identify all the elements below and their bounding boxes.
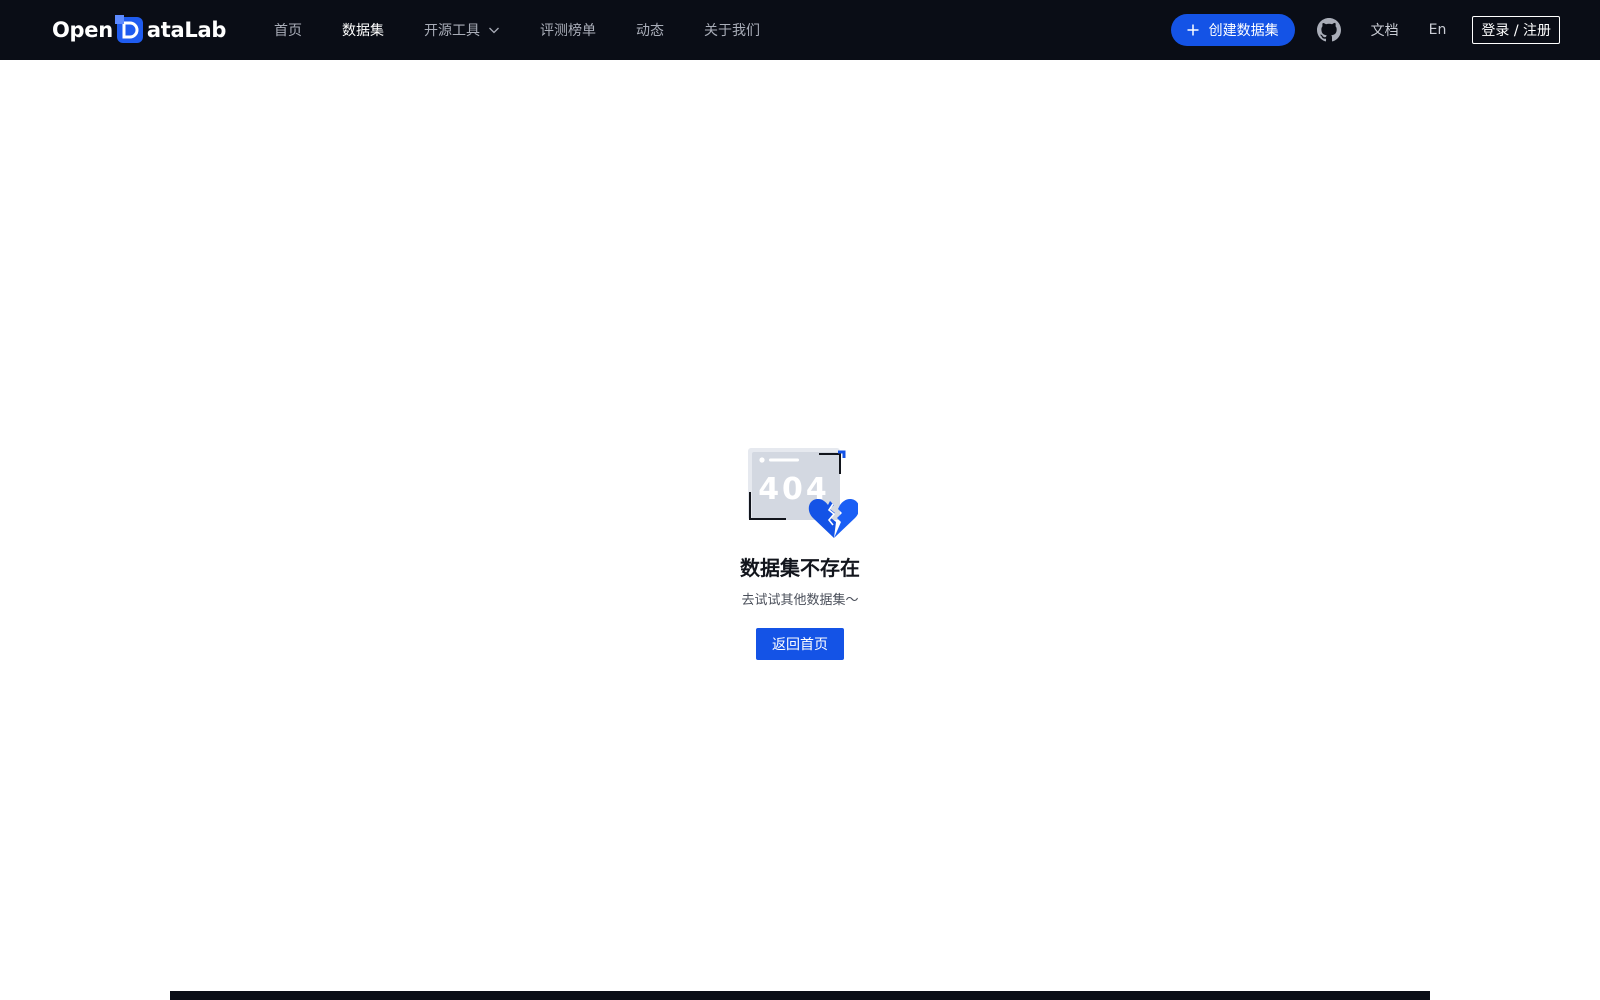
- back-to-home-button[interactable]: 返回首页: [756, 628, 844, 660]
- nav-item-home[interactable]: 首页: [274, 20, 302, 40]
- nav-item-about-us[interactable]: 关于我们: [704, 20, 760, 40]
- empty-state-title: 数据集不存在: [740, 556, 860, 580]
- nav-item-label: 动态: [636, 23, 664, 39]
- empty-state-subtitle: 去试试其他数据集～: [741, 593, 859, 608]
- login-register-button[interactable]: 登录 / 注册: [1472, 16, 1560, 44]
- logo-d-mark-icon: [114, 15, 143, 43]
- chevron-down-icon: [489, 27, 499, 34]
- nav-item-open-source-tools[interactable]: 开源工具: [424, 20, 500, 40]
- nav-item-datasets[interactable]: 数据集: [342, 20, 384, 40]
- nav-item-label: 开源工具: [424, 23, 480, 39]
- dataset-not-found-state: 404 数据集不存在 去试试其他数据集～ 返回首页: [0, 448, 1600, 660]
- main-nav: 首页 数据集 开源工具 评测榜单 动态 关于我们: [274, 0, 800, 60]
- create-dataset-label: 创建数据集: [1208, 23, 1279, 39]
- docs-link[interactable]: 文档: [1371, 20, 1399, 40]
- nav-item-label: 首页: [274, 23, 302, 39]
- top-navigation-bar: Open ataLab 首页 数据集 开源工具 评测榜单 动态 关于我们 创建数…: [0, 0, 1600, 60]
- logo-text-open: Open: [52, 18, 113, 42]
- opendatalab-logo[interactable]: Open ataLab: [52, 14, 226, 46]
- logo-text-datalab: ataLab: [146, 18, 227, 42]
- header-right-tools: 创建数据集 文档 En 登录 / 注册: [1170, 0, 1560, 60]
- footer-edge: [170, 991, 1430, 1000]
- create-dataset-button[interactable]: 创建数据集: [1170, 14, 1295, 46]
- nav-item-label: 关于我们: [704, 23, 760, 39]
- plus-icon: [1187, 24, 1199, 36]
- language-switch-link[interactable]: En: [1429, 22, 1447, 38]
- nav-item-news[interactable]: 动态: [636, 20, 664, 40]
- nav-item-label: 评测榜单: [540, 23, 596, 39]
- broken-heart-404-illustration: 404: [748, 448, 858, 538]
- nav-item-label: 数据集: [342, 23, 384, 39]
- github-icon[interactable]: [1316, 18, 1341, 42]
- nav-item-leaderboard[interactable]: 评测榜单: [540, 20, 596, 40]
